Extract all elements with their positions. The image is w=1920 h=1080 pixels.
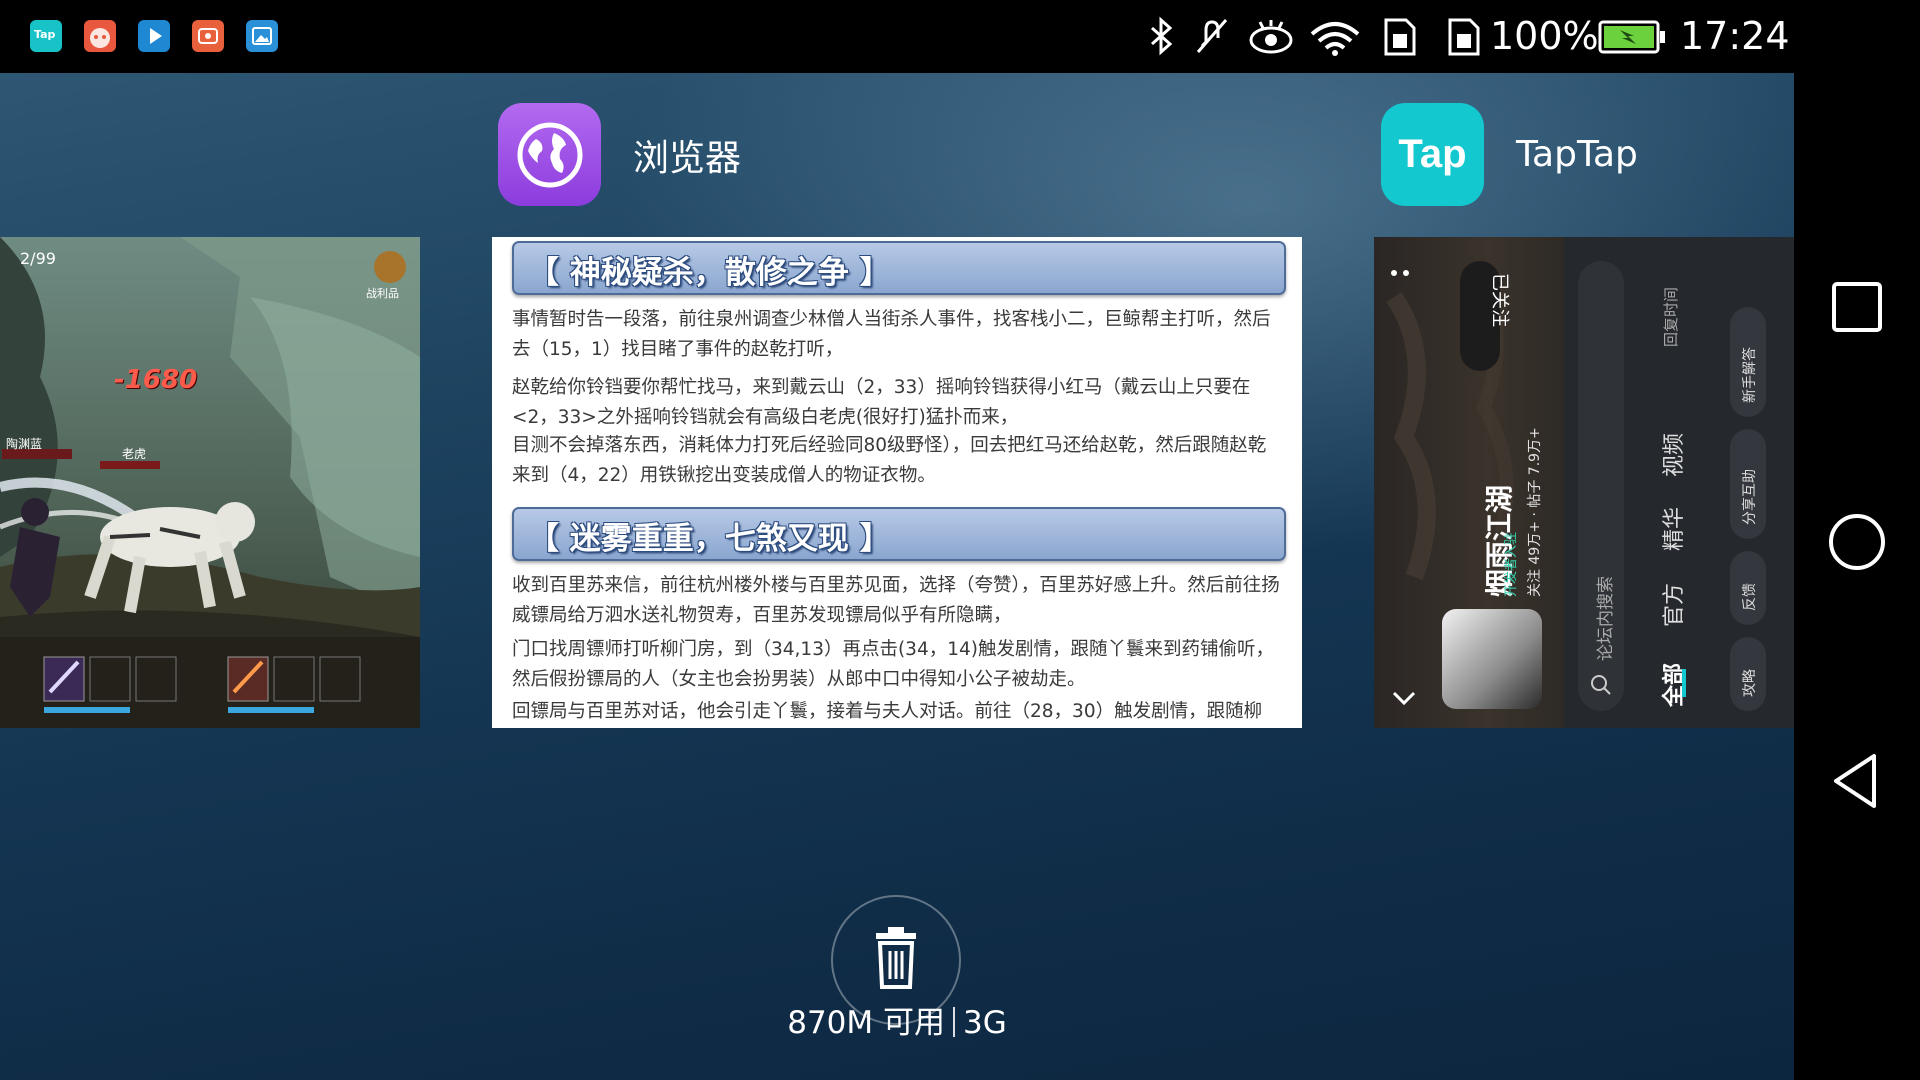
taptap-app-header[interactable]: Tap TapTap (1381, 103, 1638, 206)
wifi-icon (1310, 22, 1360, 56)
navigation-bar (1794, 0, 1920, 1080)
loot-label: 战利品 (366, 287, 399, 300)
section-title-1: 【 神秘疑杀，散修之争 】 (528, 255, 891, 291)
forum-tag-chips: 新手解答 分享互助 反馈 攻略 (1724, 237, 1774, 728)
screen: Tap 100% 17:24 浏览器 Tap TapTap 2/99 战利品 -… (0, 0, 1920, 1080)
taptap-app-name: TapTap (1516, 134, 1638, 175)
player-name-label: 陶渊蓝 (6, 437, 43, 451)
forum-tabs: 全部 官方 精华 视频 回复时间 (1636, 237, 1706, 728)
game-notif-icon (84, 20, 116, 52)
memory-separator (953, 1007, 956, 1037)
doc-paragraph: 收到百里苏来信，前往杭州楼外楼与百里苏见面，选择（夸赞），百里苏好感上升。然后前… (512, 575, 1280, 626)
sim2-icon (1448, 18, 1480, 56)
video-player-notif-icon (138, 20, 170, 52)
memory-available: 870M 可用 (787, 1005, 946, 1041)
play-icon (150, 28, 162, 44)
damage-number: -1680 (114, 365, 198, 395)
doc-paragraph: 赵乾给你铃铛要你帮忙找马，来到戴云山（2，33）摇响铃铛获得小红马（戴云山上只要… (512, 377, 1251, 428)
tag-chip-newbie[interactable]: 新手解答 (1730, 307, 1766, 417)
taptap-notif-icon: Tap (30, 20, 62, 52)
mute-icon (1196, 19, 1228, 53)
game-scene-illustration (0, 237, 420, 728)
browser-app-name: 浏览器 (633, 137, 742, 179)
enemy-name-label: 老虎 (122, 447, 147, 461)
recents-icon[interactable] (1822, 272, 1892, 342)
sim1-icon (1384, 18, 1416, 56)
picture-icon (252, 27, 272, 45)
back-icon[interactable] (1822, 746, 1892, 816)
doc-paragraph: 回镖局与百里苏对话，他会引走丫鬟，接着与夫人对话。前往（28，30）触发剧情，跟… (512, 701, 1263, 722)
developer-badge: 开发者入驻 (1504, 531, 1519, 597)
doc-paragraph: 目测不会掉落东西，消耗体力打死后经验同80级野怪），回去把红马还给赵乾，然后跟随… (512, 435, 1267, 486)
forum-search-bar[interactable]: 论坛内搜索 (1578, 261, 1624, 711)
sort-by-reply-time[interactable]: 回复时间 (1660, 287, 1681, 347)
tab-featured[interactable]: 精华 (1656, 507, 1688, 551)
tag-chip-feedback[interactable]: 反馈 (1730, 551, 1766, 625)
forum-banner: 已关注 烟雨江湖 开发者入驻 关注 49万+ · 帖子 7.9万+ (1374, 237, 1564, 728)
section-header-1: 【 神秘疑杀，散修之争 】 (512, 241, 1286, 295)
doc-paragraph: 门口找周镖师打听柳门房，到（34,13）再点击(34，14)触发剧情，跟随丫鬟来… (512, 639, 1274, 690)
screen-recorder-notif-icon (192, 20, 224, 52)
doc-paragraph: 事情暂时告一段落，前往泉州调查少林僧人当街杀人事件，找客栈小二，巨鲸帮主打听，然… (512, 309, 1271, 360)
section-title-2: 【 迷雾重重，七煞又现 】 (528, 521, 891, 557)
forum-stats: 关注 49万+ · 帖子 7.9万+ (1527, 427, 1543, 597)
taptap-app-icon[interactable]: Tap (1381, 103, 1484, 206)
tab-active-indicator (1682, 669, 1686, 697)
status-bar: Tap 100% 17:24 (0, 0, 1920, 73)
recent-apps-view: 浏览器 Tap TapTap 2/99 战利品 -1680 老虎 陶渊蓝 【 神… (0, 73, 1794, 1080)
tag-chip-guide[interactable]: 攻略 (1730, 637, 1766, 711)
browser-app-header[interactable]: 浏览器 (498, 103, 741, 206)
game-app-card[interactable]: 2/99 战利品 -1680 老虎 陶渊蓝 (0, 237, 420, 728)
game-glyph-icon (90, 28, 110, 48)
eye-comfort-icon (1249, 20, 1293, 54)
browser-app-card[interactable]: 【 神秘疑杀，散修之争 】 事情暂时告一段落，前往泉州调查少林僧人当街杀人事件，… (492, 237, 1302, 728)
battery-charging-icon (1598, 20, 1665, 54)
taptap-app-card[interactable]: 已关注 烟雨江湖 开发者入驻 关注 49万+ · 帖子 7.9万+ 论坛内搜索 … (1374, 237, 1794, 728)
clock: 17:24 (1680, 14, 1790, 58)
follow-button[interactable]: 已关注 (1460, 261, 1510, 371)
memory-status: 870M 可用 3G (0, 997, 1794, 1042)
home-icon[interactable] (1820, 505, 1894, 579)
search-icon (1591, 675, 1611, 695)
globe-icon (517, 122, 582, 187)
record-icon (198, 28, 218, 44)
gallery-notif-icon (246, 20, 278, 52)
stage-counter: 2/99 (20, 249, 56, 268)
battery-percent: 100% (1490, 14, 1599, 58)
tab-video[interactable]: 视频 (1656, 433, 1688, 477)
section-header-2: 【 迷雾重重，七煞又现 】 (512, 507, 1286, 561)
game-cover-thumbnail (1442, 609, 1542, 709)
tag-chip-share[interactable]: 分享互助 (1730, 429, 1766, 539)
memory-total: 3G (963, 1005, 1007, 1041)
tab-official[interactable]: 官方 (1656, 583, 1688, 627)
browser-app-icon[interactable] (498, 103, 601, 206)
bluetooth-icon (1151, 16, 1173, 56)
